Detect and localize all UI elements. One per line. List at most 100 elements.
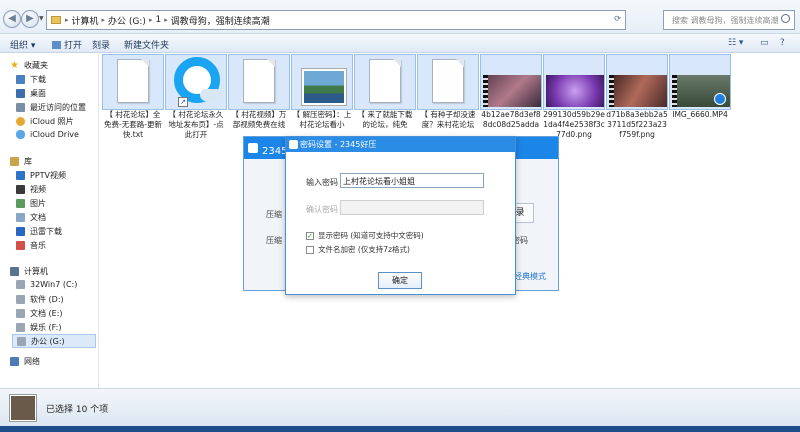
refresh-icon[interactable]: ⟳ (614, 14, 621, 23)
open-button[interactable]: 打开 (52, 38, 82, 51)
sidebar-label: 32Win7 (C:) (30, 280, 78, 289)
sidebar-label: 最近访问的位置 (30, 103, 86, 112)
address-bar[interactable]: ▸ 计算机 ▸ 办公 (G:) ▸ 1 ▸ 调教母狗，强制连续高潮 ⟳ (46, 10, 626, 30)
organize-button[interactable]: 组织 ▾ (10, 38, 35, 51)
image-thumbnail (302, 69, 346, 105)
sidebar-label: 软件 (D:) (30, 295, 64, 304)
sidebar-item-thunder[interactable]: 迅雷下载 (16, 226, 62, 237)
help-icon[interactable]: ? (780, 38, 785, 48)
sidebar-item-icloud-drive[interactable]: iCloud Drive (16, 130, 79, 139)
file-name: 【 有种子却没速度？来村花论坛 (420, 110, 476, 129)
sidebar-item-downloads[interactable]: 下载 (16, 74, 46, 85)
forward-button[interactable]: ▶ (21, 10, 39, 28)
file-item[interactable]: 【 来了就能下载的论坛，纯免 (354, 54, 416, 144)
checkbox-box (306, 245, 314, 254)
file-frame (228, 54, 290, 110)
file-frame (417, 54, 479, 110)
sidebar-item-documents[interactable]: 文档 (16, 212, 46, 223)
file-item[interactable]: 【 解压密码】：上村花论坛看小 (291, 54, 353, 144)
sidebar-item-desktop[interactable]: 桌面 (16, 88, 46, 99)
folder-icon (51, 16, 61, 24)
preview-pane-icon[interactable]: ▭ (760, 38, 769, 48)
sidebar-label: iCloud 照片 (30, 117, 74, 126)
sidebar-libraries[interactable]: 库 (10, 156, 32, 167)
back-button[interactable]: ◀ (3, 10, 21, 28)
confirm-password-input[interactable] (340, 200, 484, 215)
file-item[interactable]: d71b8a3ebb2a53711d5f223a23f759f.png (606, 54, 668, 144)
ok-button[interactable]: 确定 (378, 272, 422, 289)
encrypt-filenames-checkbox[interactable]: 文件名加密 (仅支持7z格式) (306, 244, 410, 255)
sidebar-drive-d[interactable]: 软件 (D:) (16, 294, 64, 305)
file-frame (543, 54, 605, 110)
file-name: 【 解压密码】：上村花论坛看小 (292, 110, 352, 129)
file-name: 【 村花论坛永久地址发布页】-点此打开 (168, 110, 224, 139)
checkmark-icon: ✓ (306, 231, 314, 240)
taskbar (0, 426, 800, 432)
compress-label: 压缩 (266, 210, 282, 219)
sidebar-computer[interactable]: 计算机 (10, 266, 48, 277)
file-frame (291, 54, 353, 110)
file-item[interactable]: IMG_6660.MP4 (669, 54, 731, 144)
sidebar-item-recent[interactable]: 最近访问的位置 (16, 102, 86, 113)
file-item[interactable]: 【 村花视频】万部视频免费在线 (228, 54, 290, 144)
file-name: d71b8a3ebb2a53711d5f223a23f759f.png (606, 110, 668, 139)
burn-button[interactable]: 刻录 (92, 38, 110, 51)
text-file-icon (432, 59, 464, 103)
app-logo-icon (248, 143, 258, 153)
sidebar-label: 文档 (E:) (30, 309, 63, 318)
computer-icon (10, 267, 19, 276)
shortcut-arrow-icon: ↗ (178, 97, 188, 107)
file-item[interactable]: 299130d59b29e1da4f4e2538f3c77d0.png (543, 54, 605, 144)
sidebar-item-icloud-photos[interactable]: iCloud 照片 (16, 116, 74, 127)
sidebar-drive-e[interactable]: 文档 (E:) (16, 308, 63, 319)
film-strip-icon (672, 75, 677, 107)
file-item[interactable]: ↗ 【 村花论坛永久地址发布页】-点此打开 (165, 54, 227, 144)
file-frame (606, 54, 668, 110)
video-icon (16, 185, 25, 194)
status-bar: 已选择 10 个项 (0, 388, 800, 426)
command-bar: 组织 ▾ 打开 刻录 新建文件夹 ☷ ▾ ▭ ? (0, 34, 800, 53)
cloud-icon (200, 89, 222, 101)
network-icon (10, 357, 19, 366)
show-password-checkbox[interactable]: ✓ 显示密码 (知道可支持中文密码) (306, 230, 424, 241)
chevron-right-icon: ▸ (164, 16, 168, 24)
file-name: 4b12ae78d3ef88dc08d25adda (481, 110, 541, 129)
icloud-drive-icon (16, 130, 25, 139)
file-name: 【 村花视频】万部视频免费在线 (231, 110, 287, 129)
sidebar-label: 娱乐 (F:) (30, 323, 62, 332)
picture-icon (16, 199, 25, 208)
breadcrumb-drive[interactable]: 办公 (G:) (108, 14, 146, 27)
breadcrumb-computer[interactable]: 计算机 (72, 14, 99, 27)
sidebar-drive-g[interactable]: 办公 (G:) (12, 334, 96, 348)
thunder-download-icon (16, 227, 25, 236)
sidebar-network[interactable]: 网络 (10, 356, 40, 367)
image-thumbnail (546, 75, 604, 107)
sidebar-label: 办公 (G:) (31, 336, 65, 346)
file-item[interactable]: 【 有种子却没速度？来村花论坛 (417, 54, 479, 144)
sidebar-label: PPTV视频 (30, 171, 67, 180)
sidebar-item-pictures[interactable]: 图片 (16, 198, 46, 209)
sidebar-label: 收藏夹 (24, 61, 48, 70)
file-item[interactable]: 【 村花论坛】全免费-无套路-更新快.txt (102, 54, 164, 144)
sidebar-item-music[interactable]: 音乐 (16, 240, 46, 251)
breadcrumb-current-folder[interactable]: 调教母狗，强制连续高潮 (171, 14, 270, 27)
search-placeholder: 搜索 调教母狗，强制连续高潮 (672, 16, 779, 25)
address-row: ◀ ▶ ▼ ▸ 计算机 ▸ 办公 (G:) ▸ 1 ▸ 调教母狗，强制连续高潮 … (0, 0, 800, 34)
breadcrumb-folder-1[interactable]: 1 (155, 15, 161, 25)
file-item[interactable]: 4b12ae78d3ef88dc08d25adda (480, 54, 542, 144)
sidebar-drive-f[interactable]: 娱乐 (F:) (16, 322, 61, 333)
password-input[interactable]: 上村花论坛看小姐姐 (340, 173, 484, 188)
recent-pages-chevron-icon[interactable]: ▼ (39, 15, 44, 22)
file-frame: ↗ (165, 54, 227, 110)
classic-mode-link[interactable]: 经典模式 (514, 271, 546, 282)
sidebar-favorites[interactable]: ★ 收藏夹 (10, 60, 48, 71)
sidebar-item-pptv[interactable]: PPTV视频 (16, 170, 66, 181)
chevron-right-icon: ▸ (65, 16, 69, 24)
film-strip-icon (609, 75, 614, 107)
new-folder-button[interactable]: 新建文件夹 (124, 38, 169, 51)
view-options-icon[interactable]: ☷ ▾ (728, 38, 743, 48)
sidebar-drive-c[interactable]: 32Win7 (C:) (16, 280, 77, 289)
search-input[interactable]: 搜索 调教母狗，强制连续高潮 (663, 10, 795, 30)
text-file-icon (117, 59, 149, 103)
sidebar-item-videos[interactable]: 视频 (16, 184, 46, 195)
